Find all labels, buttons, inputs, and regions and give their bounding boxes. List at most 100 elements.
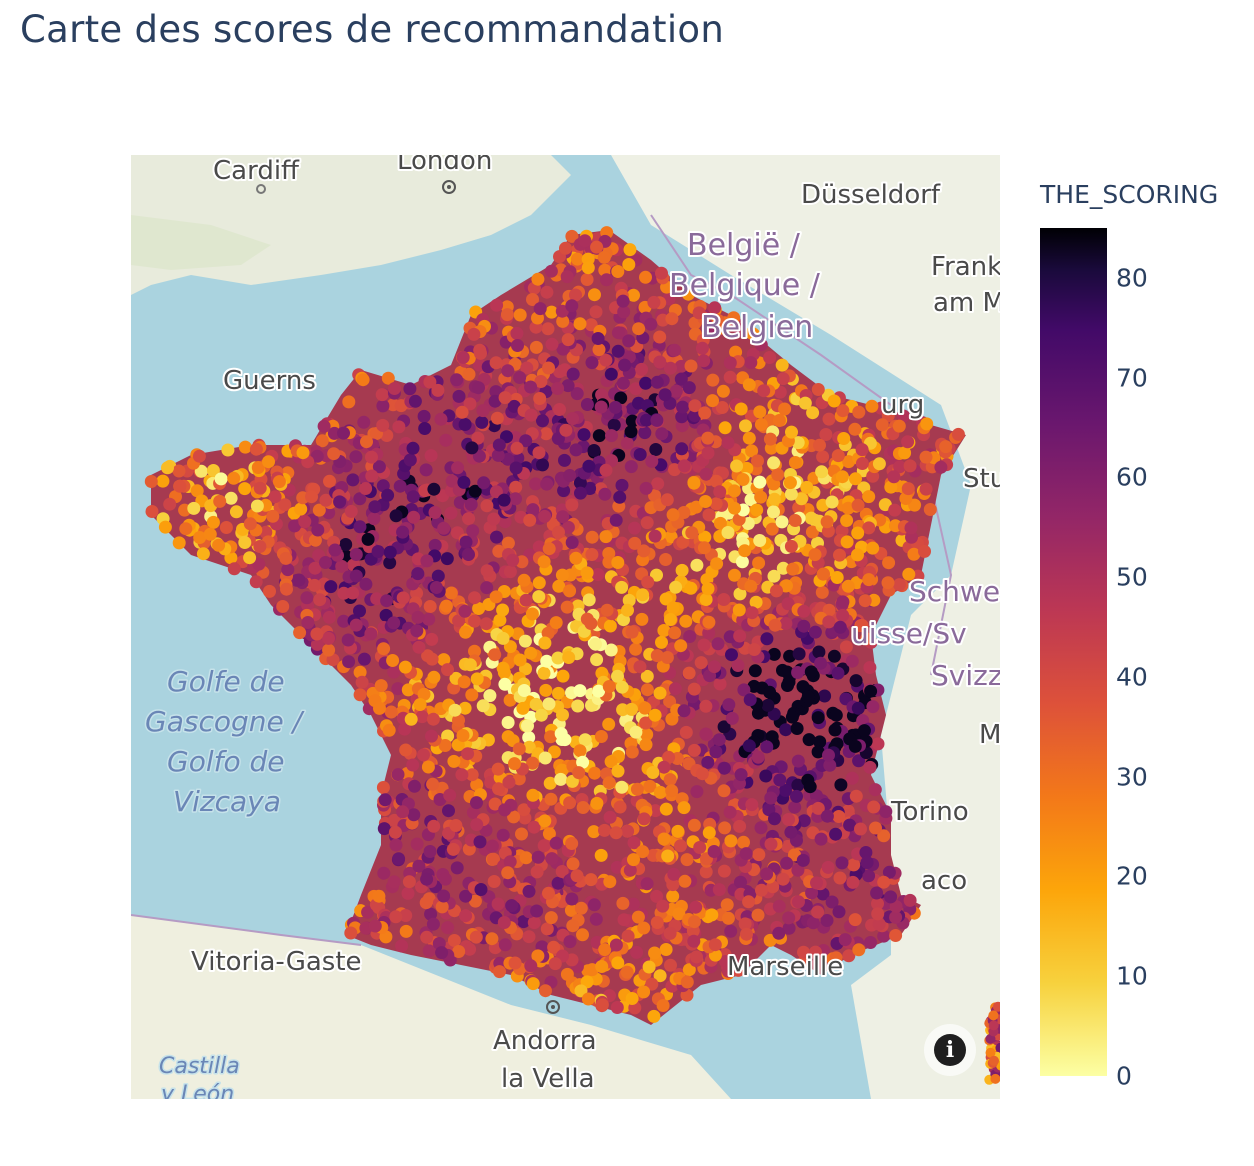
score-point[interactable] [833, 620, 847, 634]
score-point[interactable] [459, 909, 473, 923]
score-point[interactable] [611, 669, 624, 683]
score-point[interactable] [353, 604, 366, 618]
score-point[interactable] [355, 675, 369, 689]
score-point[interactable] [559, 241, 572, 255]
score-point[interactable] [532, 446, 546, 460]
score-point[interactable] [836, 595, 850, 609]
score-point[interactable] [742, 739, 756, 753]
score-point[interactable] [427, 670, 441, 684]
score-point[interactable] [589, 637, 602, 651]
score-point[interactable] [293, 626, 307, 640]
score-point[interactable] [587, 898, 601, 912]
score-point[interactable] [464, 498, 478, 511]
score-point[interactable] [506, 553, 520, 567]
score-point[interactable] [428, 506, 442, 519]
score-point[interactable] [667, 867, 681, 881]
score-point[interactable] [393, 479, 407, 493]
score-point[interactable] [659, 802, 673, 816]
score-point[interactable] [888, 503, 902, 517]
score-point[interactable] [656, 999, 670, 1012]
score-point[interactable] [404, 712, 418, 726]
score-point[interactable] [828, 723, 842, 737]
score-point[interactable] [388, 382, 401, 395]
score-point[interactable] [811, 383, 825, 396]
score-point[interactable] [498, 677, 512, 691]
score-point[interactable] [877, 875, 891, 889]
score-point[interactable] [720, 898, 734, 912]
score-point[interactable] [760, 867, 774, 881]
score-point[interactable] [435, 946, 449, 960]
score-point[interactable] [591, 568, 605, 581]
score-point[interactable] [863, 760, 877, 774]
score-point[interactable] [534, 708, 548, 722]
score-point[interactable] [868, 783, 882, 797]
score-point[interactable] [563, 796, 577, 810]
score-point[interactable] [455, 768, 469, 782]
score-point[interactable] [849, 674, 863, 688]
score-point[interactable] [745, 606, 759, 620]
score-point[interactable] [644, 317, 658, 331]
score-point[interactable] [406, 758, 420, 772]
score-point[interactable] [660, 493, 674, 507]
score-point[interactable] [602, 717, 616, 731]
score-point[interactable] [665, 784, 679, 798]
score-point[interactable] [677, 459, 691, 473]
score-point[interactable] [597, 250, 611, 264]
score-point[interactable] [717, 593, 731, 606]
score-point[interactable] [311, 523, 325, 537]
score-point[interactable] [763, 432, 777, 446]
score-point[interactable] [530, 865, 544, 879]
score-point[interactable] [573, 684, 587, 698]
score-point[interactable] [243, 517, 257, 531]
score-point[interactable] [530, 904, 544, 918]
score-point[interactable] [540, 477, 554, 491]
score-point[interactable] [466, 524, 480, 538]
score-point[interactable] [491, 762, 505, 776]
score-point[interactable] [501, 716, 515, 729]
score-point[interactable] [881, 576, 895, 590]
score-point[interactable] [802, 733, 816, 747]
score-point[interactable] [727, 484, 741, 498]
score-point[interactable] [633, 448, 647, 461]
score-point[interactable] [426, 777, 440, 791]
score-point[interactable] [383, 545, 397, 559]
score-point[interactable] [752, 848, 766, 862]
score-point[interactable] [649, 443, 663, 456]
score-point[interactable] [751, 908, 765, 922]
score-point[interactable] [702, 508, 716, 522]
score-point[interactable] [565, 299, 579, 313]
score-point[interactable] [737, 835, 750, 849]
score-point[interactable] [635, 612, 649, 626]
score-point[interactable] [502, 775, 516, 789]
score-point[interactable] [501, 364, 515, 378]
score-point[interactable] [798, 396, 812, 410]
score-point[interactable] [939, 440, 953, 454]
score-point[interactable] [576, 801, 590, 814]
score-point[interactable] [676, 400, 690, 414]
score-point[interactable] [814, 656, 828, 670]
score-point[interactable] [560, 270, 574, 284]
score-point[interactable] [923, 503, 937, 516]
score-point[interactable] [353, 688, 367, 702]
score-point[interactable] [280, 582, 293, 596]
score-point[interactable] [650, 413, 664, 427]
score-point[interactable] [581, 261, 595, 275]
score-point[interactable] [224, 491, 238, 505]
score-point[interactable] [537, 555, 551, 569]
score-point[interactable] [822, 615, 836, 629]
score-point[interactable] [630, 782, 644, 796]
score-point[interactable] [588, 766, 602, 780]
score-point[interactable] [465, 688, 479, 702]
score-point[interactable] [396, 805, 410, 819]
score-point[interactable] [781, 679, 794, 692]
score-point[interactable] [651, 477, 665, 491]
score-point[interactable] [629, 642, 643, 656]
score-point[interactable] [589, 912, 603, 926]
score-point[interactable] [296, 446, 310, 460]
score-point[interactable] [456, 729, 470, 742]
score-point[interactable] [773, 773, 787, 787]
score-point[interactable] [538, 636, 552, 650]
score-point[interactable] [892, 419, 906, 433]
score-point[interactable] [707, 845, 721, 858]
score-point[interactable] [498, 391, 512, 405]
